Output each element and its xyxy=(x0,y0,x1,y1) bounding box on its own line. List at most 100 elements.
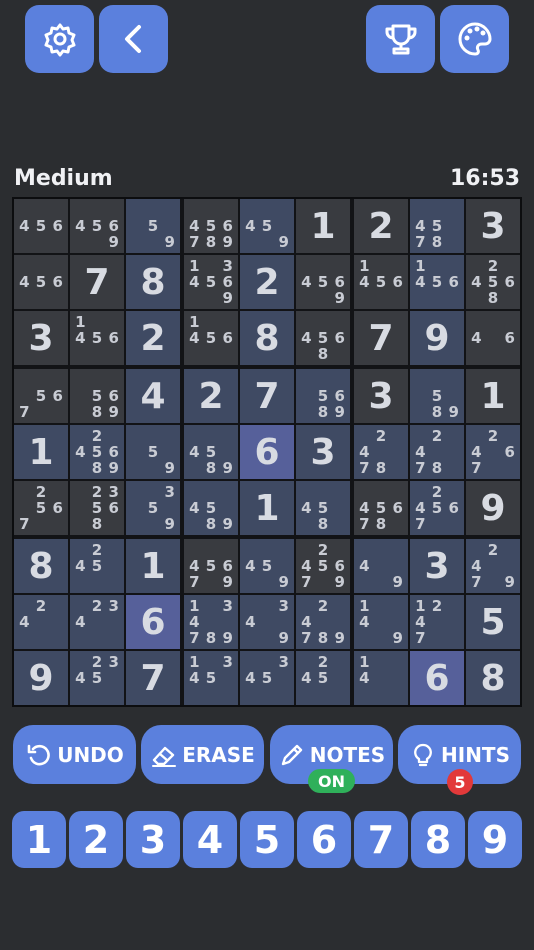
sudoku-cell-r8c2[interactable]: 23 4 xyxy=(70,595,124,649)
note-2 xyxy=(89,202,106,218)
number-key-2[interactable]: 2 xyxy=(69,811,123,868)
sudoku-cell-r1c3[interactable]: 59 xyxy=(126,199,180,253)
sudoku-cell-r6c2[interactable]: 23568 xyxy=(70,481,124,535)
sudoku-cell-r8c9[interactable]: 5 xyxy=(466,595,520,649)
sudoku-cell-r2c1[interactable]: 456 xyxy=(14,255,68,309)
sudoku-cell-r9c3[interactable]: 7 xyxy=(126,651,180,705)
sudoku-cell-r2c9[interactable]: 24568 xyxy=(466,255,520,309)
sudoku-cell-r1c7[interactable]: 2 xyxy=(354,199,408,253)
sudoku-cell-r4c2[interactable]: 5689 xyxy=(70,369,124,423)
sudoku-cell-r3c2[interactable]: 1456 xyxy=(70,311,124,365)
erase-button[interactable]: ERASE xyxy=(141,725,264,784)
back-button[interactable] xyxy=(99,5,168,73)
sudoku-cell-r5c6[interactable]: 3 xyxy=(296,425,350,479)
sudoku-cell-r9c5[interactable]: 3 45 xyxy=(240,651,294,705)
sudoku-cell-r7c3[interactable]: 1 xyxy=(126,539,180,593)
sudoku-cell-r7c1[interactable]: 8 xyxy=(14,539,68,593)
sudoku-cell-r6c9[interactable]: 9 xyxy=(466,481,520,535)
sudoku-cell-r7c9[interactable]: 247 9 xyxy=(466,539,520,593)
sudoku-cell-r3c9[interactable]: 46 xyxy=(466,311,520,365)
sudoku-cell-r5c8[interactable]: 2478 xyxy=(410,425,464,479)
sudoku-cell-r1c6[interactable]: 1 xyxy=(296,199,350,253)
sudoku-cell-r6c3[interactable]: 359 xyxy=(126,481,180,535)
number-key-4[interactable]: 4 xyxy=(183,811,237,868)
sudoku-cell-r4c4[interactable]: 2 xyxy=(184,369,238,423)
sudoku-cell-r9c9[interactable]: 8 xyxy=(466,651,520,705)
sudoku-cell-r2c6[interactable]: 4569 xyxy=(296,255,350,309)
sudoku-cell-r4c5[interactable]: 7 xyxy=(240,369,294,423)
theme-button[interactable] xyxy=(440,5,509,73)
sudoku-cell-r8c4[interactable]: 1 3 4789 xyxy=(184,595,238,649)
sudoku-cell-r6c7[interactable]: 456 78 xyxy=(354,481,408,535)
sudoku-cell-r7c8[interactable]: 3 xyxy=(410,539,464,593)
number-key-1[interactable]: 1 xyxy=(12,811,66,868)
sudoku-cell-r8c6[interactable]: 24789 xyxy=(296,595,350,649)
sudoku-cell-r6c6[interactable]: 458 xyxy=(296,481,350,535)
sudoku-cell-r2c8[interactable]: 1456 xyxy=(410,255,464,309)
sudoku-cell-r5c3[interactable]: 59 xyxy=(126,425,180,479)
sudoku-cell-r1c8[interactable]: 4578 xyxy=(410,199,464,253)
sudoku-cell-r1c1[interactable]: 456 xyxy=(14,199,68,253)
sudoku-cell-r4c6[interactable]: 5689 xyxy=(296,369,350,423)
sudoku-cell-r2c3[interactable]: 8 xyxy=(126,255,180,309)
note-8: 8 xyxy=(91,515,103,534)
sudoku-cell-r3c8[interactable]: 9 xyxy=(410,311,464,365)
number-key-5[interactable]: 5 xyxy=(240,811,294,868)
number-key-8[interactable]: 8 xyxy=(411,811,465,868)
sudoku-cell-r9c4[interactable]: 1 3 45 xyxy=(184,651,238,705)
sudoku-cell-r2c7[interactable]: 1456 xyxy=(354,255,408,309)
sudoku-cell-r4c1[interactable]: 56 7 xyxy=(14,369,68,423)
sudoku-cell-r2c2[interactable]: 7 xyxy=(70,255,124,309)
sudoku-cell-r3c1[interactable]: 3 xyxy=(14,311,68,365)
sudoku-cell-r9c7[interactable]: 14 xyxy=(354,651,408,705)
sudoku-cell-r3c3[interactable]: 2 xyxy=(126,311,180,365)
sudoku-cell-r4c8[interactable]: 589 xyxy=(410,369,464,423)
number-key-7[interactable]: 7 xyxy=(354,811,408,868)
sudoku-cell-r8c5[interactable]: 3 4 9 xyxy=(240,595,294,649)
sudoku-cell-r8c1[interactable]: 24 xyxy=(14,595,68,649)
sudoku-cell-r7c7[interactable]: 49 xyxy=(354,539,408,593)
sudoku-cell-r3c5[interactable]: 8 xyxy=(240,311,294,365)
sudoku-cell-r7c4[interactable]: 456 7 9 xyxy=(184,539,238,593)
sudoku-cell-r5c5[interactable]: 6 xyxy=(240,425,294,479)
sudoku-cell-r6c5[interactable]: 1 xyxy=(240,481,294,535)
leaderboard-button[interactable] xyxy=(366,5,435,73)
number-key-3[interactable]: 3 xyxy=(126,811,180,868)
settings-button[interactable] xyxy=(25,5,94,73)
sudoku-cell-r4c7[interactable]: 3 xyxy=(354,369,408,423)
sudoku-cell-r4c9[interactable]: 1 xyxy=(466,369,520,423)
note-4: 4 xyxy=(301,328,312,347)
sudoku-cell-r6c8[interactable]: 2456 7 xyxy=(410,481,464,535)
sudoku-cell-r4c3[interactable]: 4 xyxy=(126,369,180,423)
sudoku-cell-r8c3[interactable]: 6 xyxy=(126,595,180,649)
sudoku-cell-r7c5[interactable]: 459 xyxy=(240,539,294,593)
undo-button[interactable]: UNDO xyxy=(13,725,136,784)
number-key-9[interactable]: 9 xyxy=(468,811,522,868)
sudoku-cell-r5c4[interactable]: 4589 xyxy=(184,425,238,479)
sudoku-cell-r2c4[interactable]: 1 3 4569 xyxy=(184,255,238,309)
sudoku-cell-r8c7[interactable]: 14 9 xyxy=(354,595,408,649)
sudoku-cell-r2c5[interactable]: 2 xyxy=(240,255,294,309)
number-key-6[interactable]: 6 xyxy=(297,811,351,868)
sudoku-cell-r5c7[interactable]: 2478 xyxy=(354,425,408,479)
sudoku-cell-r7c2[interactable]: 245 xyxy=(70,539,124,593)
sudoku-cell-r8c8[interactable]: 1247 xyxy=(410,595,464,649)
sudoku-cell-r3c7[interactable]: 7 xyxy=(354,311,408,365)
sudoku-cell-r1c4[interactable]: 456 789 xyxy=(184,199,238,253)
sudoku-cell-r9c6[interactable]: 245 xyxy=(296,651,350,705)
sudoku-cell-r6c1[interactable]: 256 7 xyxy=(14,481,68,535)
sudoku-cell-r5c2[interactable]: 245689 xyxy=(70,425,124,479)
note-8 xyxy=(315,575,332,591)
sudoku-cell-r7c6[interactable]: 2456 7 9 xyxy=(296,539,350,593)
sudoku-cell-r5c9[interactable]: 24 6 7 xyxy=(466,425,520,479)
sudoku-cell-r3c4[interactable]: 1456 xyxy=(184,311,238,365)
sudoku-cell-r9c8[interactable]: 6 xyxy=(410,651,464,705)
sudoku-cell-r1c9[interactable]: 3 xyxy=(466,199,520,253)
sudoku-cell-r5c1[interactable]: 1 xyxy=(14,425,68,479)
sudoku-cell-r1c5[interactable]: 459 xyxy=(240,199,294,253)
sudoku-cell-r1c2[interactable]: 4569 xyxy=(70,199,124,253)
sudoku-cell-r9c1[interactable]: 9 xyxy=(14,651,68,705)
sudoku-cell-r6c4[interactable]: 4589 xyxy=(184,481,238,535)
sudoku-cell-r9c2[interactable]: 23 45 xyxy=(70,651,124,705)
sudoku-cell-r3c6[interactable]: 4568 xyxy=(296,311,350,365)
